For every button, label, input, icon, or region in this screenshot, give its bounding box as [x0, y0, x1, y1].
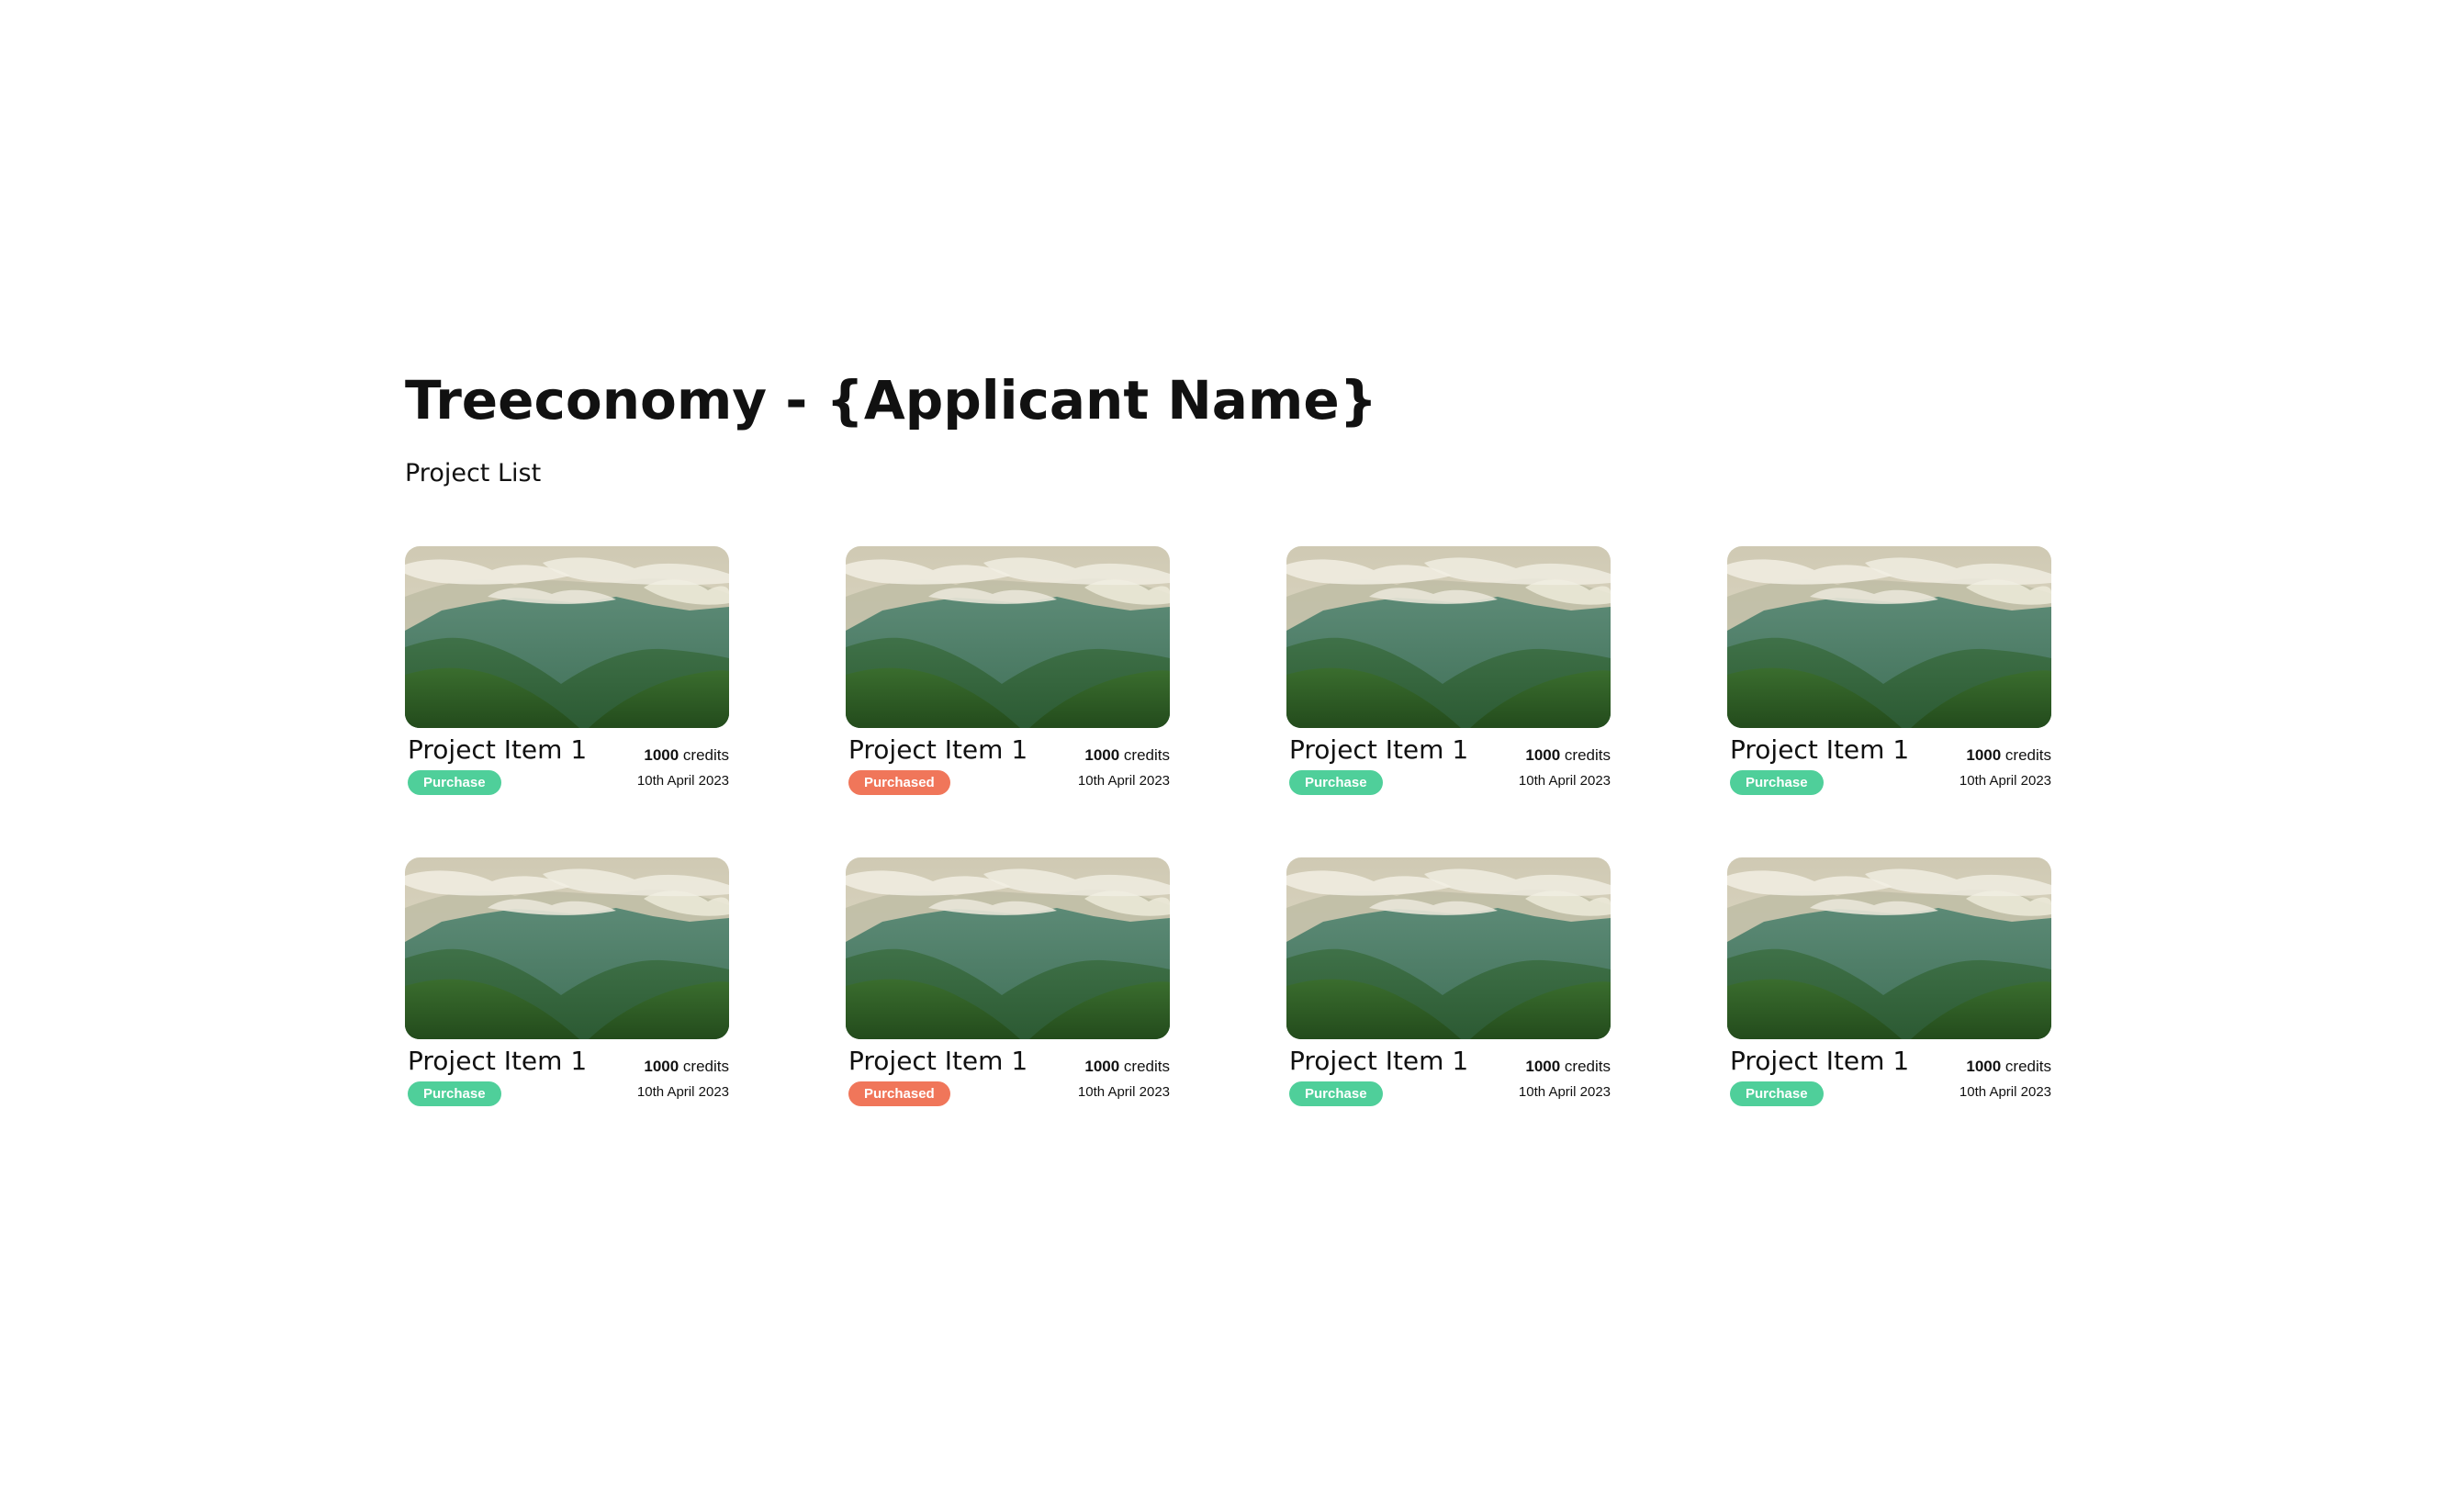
project-card[interactable]: Project Item 1 1000 credits Purchased 10… — [846, 857, 1170, 1114]
project-grid: Project Item 1 1000 credits Purchase 10t… — [405, 546, 2052, 1112]
purchase-status-button[interactable]: Purchase — [408, 770, 501, 795]
project-date: 10th April 2023 — [636, 1084, 729, 1100]
project-credits: 1000 credits — [644, 1058, 729, 1076]
project-date: 10th April 2023 — [1959, 773, 2051, 789]
credits-unit: credits — [1564, 746, 1611, 764]
project-title[interactable]: Project Item 1 — [1730, 734, 1909, 767]
project-title[interactable]: Project Item 1 — [1289, 734, 1468, 767]
project-title[interactable]: Project Item 1 — [848, 734, 1027, 767]
project-credits: 1000 credits — [1966, 746, 2051, 765]
mountain-landscape-icon — [1727, 857, 2051, 1039]
credits-value: 1000 — [644, 1058, 679, 1075]
project-card[interactable]: Project Item 1 1000 credits Purchased 10… — [846, 546, 1170, 803]
page-subtitle: Project List — [405, 459, 542, 487]
credits-value: 1000 — [1084, 746, 1120, 764]
mountain-landscape-icon — [405, 857, 729, 1039]
mountain-landscape-icon — [405, 546, 729, 728]
credits-unit: credits — [1123, 1058, 1170, 1075]
credits-value: 1000 — [1966, 746, 2002, 764]
project-title[interactable]: Project Item 1 — [1289, 1045, 1468, 1078]
purchase-status-button[interactable]: Purchase — [1289, 1081, 1383, 1106]
project-card[interactable]: Project Item 1 1000 credits Purchase 10t… — [405, 857, 729, 1114]
credits-value: 1000 — [1966, 1058, 2002, 1075]
project-credits: 1000 credits — [1966, 1058, 2051, 1076]
project-credits: 1000 credits — [1084, 1058, 1170, 1076]
mountain-landscape-icon — [1286, 857, 1611, 1039]
project-card[interactable]: Project Item 1 1000 credits Purchase 10t… — [1727, 546, 2051, 803]
project-date: 10th April 2023 — [1518, 1084, 1611, 1100]
project-image[interactable] — [1286, 857, 1611, 1039]
project-credits: 1000 credits — [644, 746, 729, 765]
project-credits: 1000 credits — [1525, 1058, 1611, 1076]
mountain-landscape-icon — [1727, 546, 2051, 728]
project-image[interactable] — [1727, 857, 2051, 1039]
purchase-status-button[interactable]: Purchase — [1289, 770, 1383, 795]
project-image[interactable] — [846, 857, 1170, 1039]
page-title: Treeconomy - {Applicant Name} — [405, 369, 1377, 431]
project-card[interactable]: Project Item 1 1000 credits Purchase 10t… — [1286, 857, 1611, 1114]
credits-unit: credits — [1123, 746, 1170, 764]
credits-value: 1000 — [1525, 1058, 1561, 1075]
project-credits: 1000 credits — [1084, 746, 1170, 765]
project-title[interactable]: Project Item 1 — [1730, 1045, 1909, 1078]
purchase-status-button[interactable]: Purchased — [848, 1081, 950, 1106]
purchase-status-button[interactable]: Purchase — [1730, 1081, 1824, 1106]
credits-value: 1000 — [644, 746, 679, 764]
mountain-landscape-icon — [1286, 546, 1611, 728]
project-date: 10th April 2023 — [1077, 773, 1170, 789]
mountain-landscape-icon — [846, 546, 1170, 728]
credits-unit: credits — [1564, 1058, 1611, 1075]
project-image[interactable] — [1286, 546, 1611, 728]
project-card[interactable]: Project Item 1 1000 credits Purchase 10t… — [1286, 546, 1611, 803]
credits-unit: credits — [682, 746, 729, 764]
project-image[interactable] — [1727, 546, 2051, 728]
project-image[interactable] — [405, 546, 729, 728]
project-date: 10th April 2023 — [636, 773, 729, 789]
project-date: 10th April 2023 — [1518, 773, 1611, 789]
credits-unit: credits — [2004, 746, 2051, 764]
project-image[interactable] — [846, 546, 1170, 728]
credits-unit: credits — [2004, 1058, 2051, 1075]
credits-value: 1000 — [1084, 1058, 1120, 1075]
project-title[interactable]: Project Item 1 — [848, 1045, 1027, 1078]
project-card[interactable]: Project Item 1 1000 credits Purchase 10t… — [1727, 857, 2051, 1114]
project-credits: 1000 credits — [1525, 746, 1611, 765]
project-date: 10th April 2023 — [1077, 1084, 1170, 1100]
project-date: 10th April 2023 — [1959, 1084, 2051, 1100]
project-image[interactable] — [405, 857, 729, 1039]
mountain-landscape-icon — [846, 857, 1170, 1039]
credits-value: 1000 — [1525, 746, 1561, 764]
purchase-status-button[interactable]: Purchase — [1730, 770, 1824, 795]
project-title[interactable]: Project Item 1 — [408, 734, 587, 767]
project-title[interactable]: Project Item 1 — [408, 1045, 587, 1078]
project-card[interactable]: Project Item 1 1000 credits Purchase 10t… — [405, 546, 729, 803]
purchase-status-button[interactable]: Purchase — [408, 1081, 501, 1106]
purchase-status-button[interactable]: Purchased — [848, 770, 950, 795]
credits-unit: credits — [682, 1058, 729, 1075]
